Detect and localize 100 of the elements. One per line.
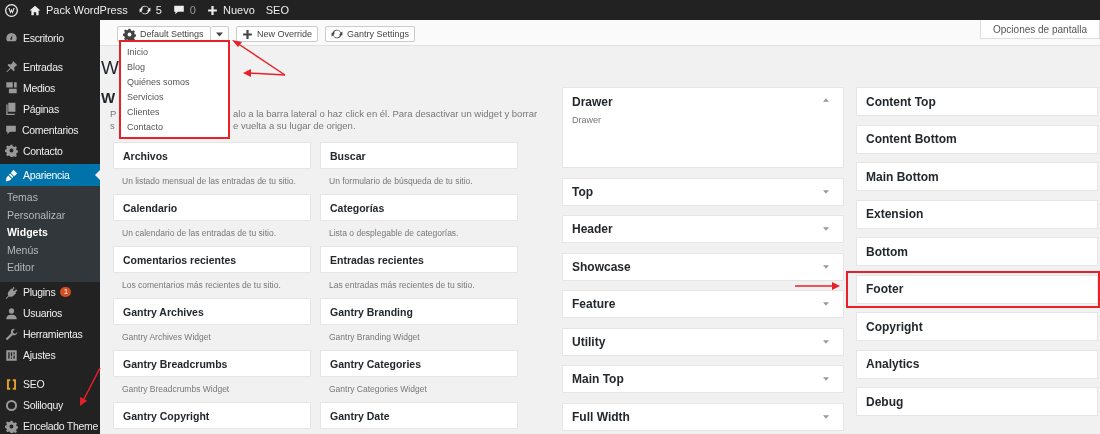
dropdown-item[interactable]: Contacto (127, 120, 228, 135)
widget-area-panel[interactable]: Footer (856, 274, 1098, 304)
new-link[interactable]: Nuevo (206, 4, 255, 16)
menu-item[interactable]: SEO (0, 373, 100, 395)
widget-description: Gantry Branding Widget (328, 331, 420, 344)
menu-item[interactable]: Escritorio (0, 27, 100, 48)
panel-title: Top (572, 184, 594, 199)
description-text: s (110, 120, 115, 132)
comment-icon (5, 123, 17, 136)
panel-title: Main Top (572, 372, 624, 386)
refresh-icon (331, 28, 343, 40)
new-override-button[interactable]: New Override (236, 26, 318, 42)
panel-title: Showcase (572, 259, 631, 274)
gantry-settings-button[interactable]: Gantry Settings (325, 26, 416, 42)
widget-description: Un formulario de búsqueda de tu sitio. (328, 175, 473, 188)
user-icon (5, 306, 18, 320)
widget-area-panel[interactable]: Drawer Drawer (562, 87, 844, 168)
widget-description: Las entradas más recientes de tu sitio. (328, 279, 475, 292)
widget-card[interactable]: Gantry Breadcrumbs (113, 350, 311, 377)
widget-card[interactable]: Calendario (113, 194, 311, 221)
dropdown-item[interactable]: Clientes (127, 105, 228, 120)
widget-card[interactable]: Gantry Archives (113, 298, 311, 325)
widget-area-panel[interactable]: Main Bottom (856, 162, 1098, 191)
menu-item[interactable]: Contacto (0, 140, 100, 161)
widget-description: Gantry Archives Widget (121, 331, 211, 344)
dropdown-item[interactable]: Servicios (127, 90, 228, 105)
comments-link[interactable]: 0 (172, 4, 196, 16)
media-icon (5, 81, 18, 94)
widget-area-panel[interactable]: Top (562, 177, 844, 206)
menu-item[interactable]: Entradas (0, 56, 100, 77)
menu-item[interactable]: Apariencia (0, 164, 100, 186)
menu-item[interactable]: Soliloquy (0, 394, 100, 416)
widget-area-panel[interactable]: Debug (856, 387, 1098, 416)
description-text: e vuelta a su lugar de origen. (233, 120, 356, 132)
widget-area-panel[interactable]: Content Bottom (856, 124, 1098, 154)
widget-card[interactable]: Archivos (113, 142, 311, 169)
widget-area-panel[interactable]: Main Top (562, 365, 844, 393)
menu-item[interactable]: Usuarios (0, 302, 100, 324)
submenu-item[interactable]: Temas (0, 189, 100, 207)
submenu-item[interactable]: Editor (0, 259, 100, 277)
widget-card[interactable]: Categorías (320, 194, 518, 221)
count-badge: 1 (60, 287, 72, 297)
annotation-arrow (794, 282, 840, 290)
widget-card[interactable]: Gantry Copyright (113, 402, 311, 429)
pushpin-icon (5, 60, 18, 73)
widget-area-panel[interactable]: Extension (856, 199, 1098, 229)
submenu-item[interactable]: Menús (0, 241, 100, 259)
dropdown-item[interactable]: Blog (127, 60, 228, 75)
dropdown-item[interactable]: Quiénes somos (127, 75, 228, 90)
caret-icon (216, 31, 223, 37)
panel-title: Drawer (572, 95, 614, 109)
screen-options-tab[interactable]: Opciones de pantalla (980, 20, 1100, 39)
updates-link[interactable]: 5 (138, 4, 162, 16)
widget-area-panel[interactable]: Content Top (856, 87, 1098, 116)
pages-icon (5, 102, 18, 115)
menu-item[interactable]: Comentarios (0, 119, 100, 140)
ring-icon (5, 398, 18, 412)
gauge-icon (5, 31, 18, 44)
submenu-item[interactable]: Widgets (0, 224, 100, 242)
widget-card[interactable]: Gantry Categories (320, 350, 518, 377)
widget-area-panel[interactable]: Copyright (856, 312, 1098, 341)
refresh-icon (138, 4, 151, 16)
widget-card[interactable]: Entradas recientes (320, 246, 518, 273)
menu-item[interactable]: Medios (0, 77, 100, 98)
panel-title: Feature (572, 297, 616, 311)
widget-area-panel[interactable]: Analytics (856, 349, 1098, 379)
panel-title: Header (572, 222, 613, 236)
site-link[interactable]: Pack WordPress (29, 4, 128, 16)
widget-area-panel[interactable]: Showcase (562, 252, 844, 281)
plus-icon (242, 28, 253, 40)
seo-link[interactable]: SEO (265, 4, 289, 16)
submenu-item[interactable]: Personalizar (0, 206, 100, 224)
widget-card[interactable]: Buscar (320, 142, 518, 169)
plus-icon (206, 4, 218, 16)
sliders-icon (5, 348, 18, 362)
menu-item[interactable]: Encelado Theme (0, 415, 100, 434)
widget-description: Los comentarios más recientes de tu sitio. (121, 279, 281, 292)
widget-area-panel[interactable]: Utility (562, 327, 844, 356)
comment-icon (172, 4, 185, 16)
widget-description: Lista o desplegable de categorías. (328, 227, 459, 240)
dropdown-item[interactable]: Inicio (127, 45, 228, 60)
widget-description: Gantry Categories Widget (328, 383, 427, 396)
wrench-icon (5, 327, 18, 341)
widget-area-panel[interactable]: Header (562, 215, 844, 243)
widget-card[interactable]: Comentarios recientes (113, 246, 311, 273)
home-icon (29, 4, 41, 16)
panel-title: Utility (572, 334, 606, 349)
widget-area-panel[interactable]: Bottom (856, 237, 1098, 266)
widget-card[interactable]: Gantry Branding (320, 298, 518, 325)
menu-item[interactable]: Páginas (0, 98, 100, 119)
menu-item[interactable]: Ajustes (0, 344, 100, 366)
section-title: W (101, 88, 116, 108)
widget-card[interactable]: Gantry Date (320, 402, 518, 429)
gear-icon (123, 27, 136, 41)
widget-area-panel[interactable]: Feature (562, 290, 844, 318)
brush-icon (5, 168, 18, 182)
menu-item[interactable]: Herramientas (0, 323, 100, 345)
panel-title: Full Width (572, 409, 630, 424)
menu-item[interactable]: Plugins 1 (0, 281, 100, 303)
widget-area-panel[interactable]: Full Width (562, 402, 844, 431)
